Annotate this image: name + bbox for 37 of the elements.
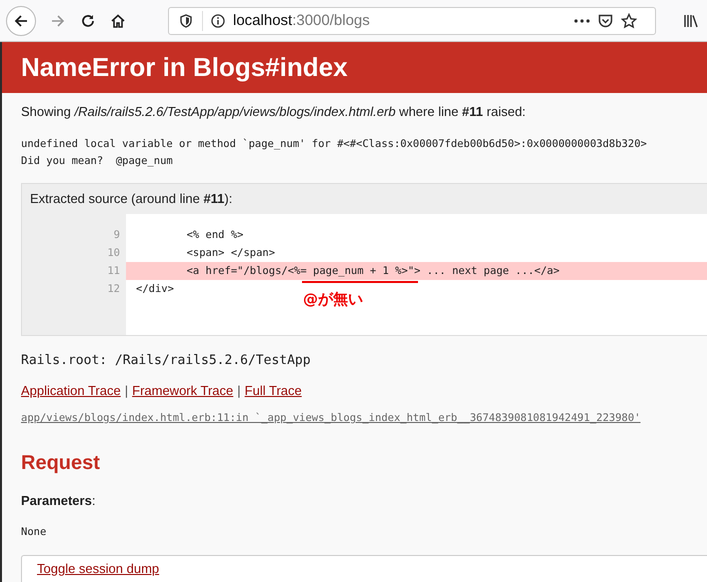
line-number: 10 [106, 246, 121, 261]
request-heading: Request [21, 452, 101, 475]
parameters-label: Parameters: [21, 493, 96, 508]
error-message: Did you mean? @page_num [21, 154, 174, 169]
line-number: 9 [112, 228, 121, 243]
rails-root: Rails.root: /Rails/rails5.2.6/TestApp [21, 353, 312, 368]
error-message: undefined local variable or method `page_num' for #<#<Class:0x00007fdeb00b6d50>:0x0000000003d8b320> [21, 137, 648, 152]
trace-link[interactable]: Framework Trace [132, 383, 234, 398]
code-line: <span> </span> [186, 246, 276, 261]
parameters-value: None [21, 525, 48, 540]
star-icon[interactable] [621, 12, 637, 28]
back-button[interactable] [6, 6, 36, 36]
code-line: <% end %> [186, 228, 244, 243]
more-icon[interactable] [574, 18, 590, 22]
forward-icon[interactable] [50, 12, 66, 28]
trace-link[interactable]: Application Trace [21, 383, 121, 398]
line-number: 12 [106, 282, 121, 297]
error-title: NameError in Blogs#index [21, 51, 349, 84]
toggle-session-link[interactable]: Toggle session dump [37, 561, 160, 576]
back-icon [13, 12, 29, 28]
reload-icon[interactable] [80, 12, 96, 28]
info-icon[interactable] [211, 14, 225, 28]
home-icon[interactable] [110, 12, 126, 28]
code-line: </div> [135, 282, 174, 297]
separator: | [237, 383, 241, 398]
annotation-note: @が無い [303, 290, 363, 309]
library-icon[interactable] [683, 12, 699, 28]
pocket-icon[interactable] [598, 14, 613, 28]
separator: | [124, 383, 128, 398]
address-bar[interactable]: localhost:3000/blogs [168, 6, 656, 34]
error-location: Showing /Rails/rails5.2.6/TestApp/app/views/blogs/index.html.erb where line #11 raised: [21, 104, 527, 120]
url-path: :3000/blogs [292, 12, 370, 29]
trace-line-link[interactable]: app/views/blogs/index.html.erb:11:in `_app_views_blogs_index_html_erb__3674839081081942491_223980' [21, 412, 641, 424]
trace-link[interactable]: Full Trace [244, 383, 302, 398]
url-host: localhost [233, 12, 292, 29]
source-title: Extracted source (around line #11): [29, 190, 234, 208]
shield-icon[interactable] [179, 14, 193, 28]
